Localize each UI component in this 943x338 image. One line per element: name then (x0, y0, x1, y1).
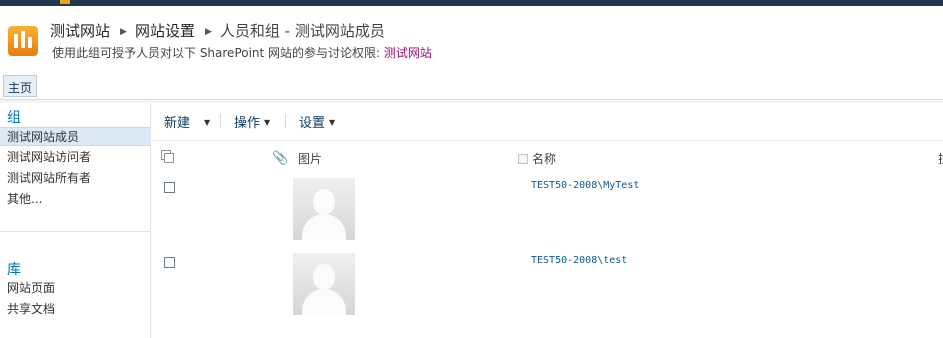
settings-menu-button[interactable]: 设置 ▼ (299, 112, 335, 131)
column-select-icon (518, 154, 528, 164)
top-nav-bar: 主页 (0, 72, 943, 100)
nav-heading-groups[interactable]: 组 (7, 107, 21, 127)
person-silhouette-icon (293, 253, 355, 315)
breadcrumb-arrow-icon: ▶ (120, 27, 127, 37)
site-logo-icon[interactable] (8, 26, 38, 56)
nav-item-site-owners[interactable]: 测试网站所有者 (0, 169, 151, 188)
list-row: TEST50-2008\test (152, 253, 943, 323)
page-description: 使用此组可授予人员对以下 SharePoint 网站的参与讨论权限: 测试网站 (52, 44, 432, 61)
description-site-link[interactable]: 测试网站 (384, 46, 432, 60)
breadcrumb: 测试网站 ▶ 网站设置 ▶ 人员和组 - 测试网站成员 (50, 20, 385, 41)
nav-heading-libraries[interactable]: 库 (7, 259, 21, 279)
column-header-name[interactable]: 名称 (518, 150, 556, 167)
nav-item-shared-documents[interactable]: 共享文档 (0, 300, 151, 319)
settings-label: 设置 (299, 116, 326, 131)
column-header-cutoff: 拉 (938, 150, 943, 167)
actions-menu-button[interactable]: 操作 ▼ (234, 112, 270, 131)
multi-select-icon[interactable] (161, 150, 175, 164)
person-silhouette-icon (293, 178, 355, 240)
column-header-name-label: 名称 (532, 152, 557, 166)
toolbar-separator (285, 114, 286, 128)
list-row: TEST50-2008\MyTest (152, 178, 943, 248)
quick-launch-nav: 组 测试网站成员 测试网站访问者 测试网站所有者 其他... 库 网站页面 共享… (0, 103, 151, 338)
page-header: 测试网站 ▶ 网站设置 ▶ 人员和组 - 测试网站成员 使用此组可授予人员对以下 Sha… (0, 6, 943, 70)
breadcrumb-site-link[interactable]: 测试网站 (50, 20, 110, 41)
column-header-picture[interactable]: 图片 (298, 150, 322, 167)
nav-item-site-pages[interactable]: 网站页面 (0, 279, 151, 298)
description-text: 使用此组可授予人员对以下 SharePoint 网站的参与讨论权限: (52, 46, 384, 60)
breadcrumb-settings-link[interactable]: 网站设置 (135, 20, 195, 41)
nav-item-site-visitors[interactable]: 测试网站访问者 (0, 148, 151, 167)
account-link[interactable]: TEST50-2008\test (531, 255, 627, 266)
nav-divider (0, 231, 151, 232)
new-label: 新建 (164, 116, 191, 131)
list-toolbar: 新建 ▼ 操作 ▼ 设置 ▼ (152, 103, 943, 141)
paperclip-icon: 📎 (272, 151, 289, 166)
nav-item-more[interactable]: 其他... (0, 190, 151, 209)
actions-label: 操作 (234, 116, 261, 131)
ribbon-indicator (60, 0, 70, 4)
new-menu-button[interactable]: 新建 ▼ (164, 112, 210, 131)
row-checkbox[interactable] (164, 182, 175, 193)
chevron-down-icon: ▼ (329, 118, 336, 127)
nav-item-site-members[interactable]: 测试网站成员 (0, 127, 151, 146)
breadcrumb-current: 人员和组 - 测试网站成员 (219, 22, 385, 40)
chevron-down-icon: ▼ (264, 118, 271, 127)
chevron-down-icon: ▼ (204, 118, 211, 127)
list-header-row: 📎 图片 名称 (152, 146, 943, 172)
row-checkbox[interactable] (164, 257, 175, 268)
account-link[interactable]: TEST50-2008\MyTest (531, 180, 639, 191)
toolbar-separator (220, 114, 221, 128)
tab-home[interactable]: 主页 (3, 75, 38, 97)
breadcrumb-arrow-icon: ▶ (204, 27, 212, 37)
